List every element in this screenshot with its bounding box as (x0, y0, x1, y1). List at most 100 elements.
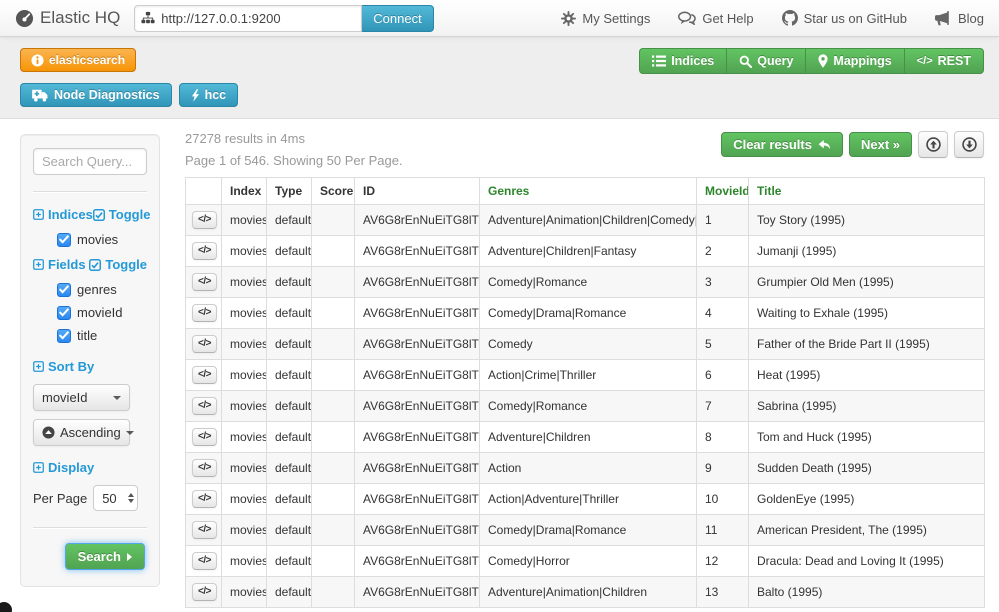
cell-type: default (267, 546, 312, 577)
query-tab-button[interactable]: Query (726, 48, 806, 74)
clear-results-button[interactable]: Clear results (721, 132, 843, 157)
movies-checkbox[interactable] (57, 233, 71, 247)
play-icon (127, 553, 132, 561)
view-source-button[interactable]: </> (192, 304, 217, 322)
mappings-tab-button[interactable]: Mappings (805, 48, 904, 74)
hcc-button[interactable]: hcc (179, 83, 239, 107)
cell-title: Heat (1995) (749, 360, 985, 391)
ambulance-icon (32, 89, 49, 102)
cell-score (312, 546, 355, 577)
cell-genres: Comedy|Romance (480, 267, 697, 298)
view-source-button[interactable]: </> (192, 397, 217, 415)
search-button[interactable]: Search (65, 543, 145, 570)
cell-index: movies (222, 422, 267, 453)
view-source-button[interactable]: </> (192, 428, 217, 446)
cell-movieid: 13 (697, 577, 749, 608)
plus-square-icon (33, 361, 44, 372)
next-page-button[interactable]: Next » (849, 132, 912, 157)
cell-index: movies (222, 205, 267, 236)
cell-title: Balto (1995) (749, 577, 985, 608)
title-checkbox[interactable] (57, 329, 71, 343)
sort-section-header: Sort By (33, 359, 147, 374)
cell-index: movies (222, 267, 267, 298)
app-brand[interactable]: Elastic HQ (15, 8, 120, 28)
cell-movieid: 10 (697, 484, 749, 515)
cell-id: AV6G8rEnNuEiTG8lTG3b (355, 298, 480, 329)
cell-index: movies (222, 453, 267, 484)
view-source-button[interactable]: </> (192, 242, 217, 260)
scroll-top-button[interactable] (918, 131, 948, 158)
sort-section-toggle[interactable]: Sort By (33, 359, 94, 374)
cell-title: Waiting to Exhale (1995) (749, 298, 985, 329)
field-checkbox-row: genres (57, 282, 147, 297)
cell-title: Dracula: Dead and Loving It (1995) (749, 546, 985, 577)
cell-index: movies (222, 546, 267, 577)
view-source-cell: </> (186, 484, 222, 515)
gear-icon (561, 11, 576, 26)
movieid-checkbox[interactable] (57, 306, 71, 320)
index-checkbox-row: movies (57, 232, 147, 247)
info-icon (31, 54, 44, 67)
fields-section-header: Fields Toggle (33, 257, 147, 272)
per-page-input[interactable]: 50 (93, 485, 138, 511)
search-query-input[interactable] (33, 148, 147, 175)
navbar-links: My Settings Get Help Star us on GitHub B… (561, 10, 984, 26)
fields-section-toggle[interactable]: Fields (33, 257, 86, 272)
view-source-cell: </> (186, 329, 222, 360)
cell-score (312, 267, 355, 298)
cell-id: AV6G8rEnNuEiTG8lTG3c (355, 329, 480, 360)
cell-id: AV6G8rEnNuEiTG8lTG3a (355, 267, 480, 298)
app-title: Elastic HQ (40, 8, 120, 28)
view-source-button[interactable]: </> (192, 521, 217, 539)
cell-score (312, 422, 355, 453)
view-source-cell: </> (186, 546, 222, 577)
view-source-button[interactable]: </> (192, 211, 217, 229)
view-source-button[interactable]: </> (192, 552, 217, 570)
view-source-cell: </> (186, 205, 222, 236)
cluster-name-button[interactable]: elasticsearch (20, 48, 136, 72)
per-page-label: Per Page (33, 491, 87, 506)
indices-tab-button[interactable]: Indices (639, 48, 727, 74)
view-source-button[interactable]: </> (192, 459, 217, 477)
connect-button[interactable]: Connect (361, 5, 433, 32)
rest-tab-button[interactable]: </> REST (904, 48, 984, 74)
get-help-link[interactable]: Get Help (678, 11, 753, 26)
view-source-cell: </> (186, 577, 222, 608)
github-link[interactable]: Star us on GitHub (782, 10, 907, 26)
indices-toggle-link[interactable]: Toggle (93, 207, 151, 222)
cell-movieid: 1 (697, 205, 749, 236)
results-table: Index Type Score ID Genres MovieId Title… (185, 177, 985, 608)
view-source-button[interactable]: </> (192, 490, 217, 508)
column-view (186, 178, 222, 205)
sort-direction-select[interactable]: Ascending (33, 419, 130, 446)
genres-checkbox[interactable] (57, 283, 71, 297)
view-source-button[interactable]: </> (192, 335, 217, 353)
my-settings-link[interactable]: My Settings (561, 11, 650, 26)
cell-genres: Adventure|Animation|Children (480, 577, 697, 608)
cell-score (312, 484, 355, 515)
view-source-button[interactable]: </> (192, 273, 217, 291)
cluster-url-input[interactable] (134, 5, 362, 32)
blog-link[interactable]: Blog (935, 11, 984, 26)
node-diagnostics-button[interactable]: Node Diagnostics (20, 83, 172, 107)
field-checkbox-row: movieId (57, 305, 147, 320)
column-index: Index (222, 178, 267, 205)
indices-section-toggle[interactable]: Indices (33, 207, 93, 222)
scroll-bottom-button[interactable] (954, 131, 984, 158)
cell-genres: Adventure|Children|Fantasy (480, 236, 697, 267)
results-actions: Clear results Next » (721, 131, 984, 158)
view-source-button[interactable]: </> (192, 366, 217, 384)
table-row: </>moviesdefaultAV6G8rEnNuEiTG8lTG3gActi… (186, 453, 985, 484)
view-source-cell: </> (186, 422, 222, 453)
speech-bubbles-icon (678, 11, 696, 25)
check-square-icon (93, 209, 105, 221)
number-spinner[interactable] (128, 493, 134, 503)
view-source-button[interactable]: </> (192, 583, 217, 601)
cell-type: default (267, 484, 312, 515)
cell-movieid: 2 (697, 236, 749, 267)
display-section-toggle[interactable]: Display (33, 460, 94, 475)
cell-id: AV6G8rEnNuEiTG8lTG3Y (355, 205, 480, 236)
fields-toggle-link[interactable]: Toggle (89, 257, 147, 272)
cell-genres: Comedy|Drama|Romance (480, 515, 697, 546)
sort-field-select[interactable]: movieId (33, 384, 130, 411)
